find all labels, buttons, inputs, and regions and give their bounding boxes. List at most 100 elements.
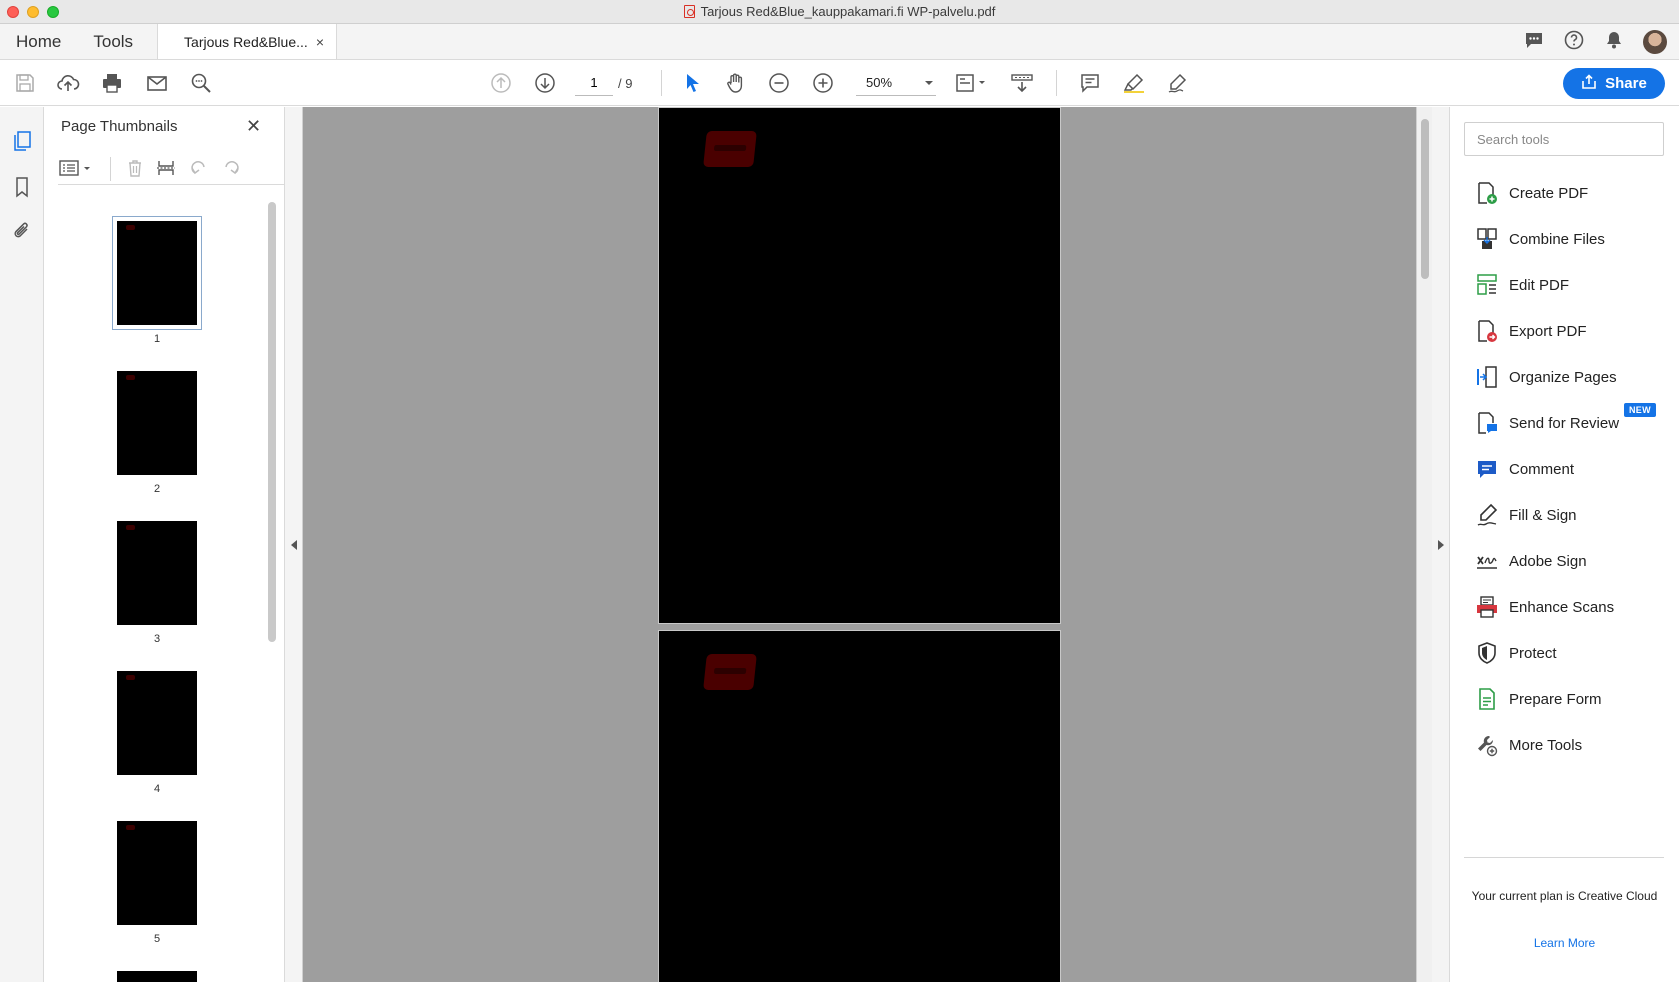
close-window-button[interactable] xyxy=(7,6,19,18)
toolbar-divider xyxy=(110,157,111,181)
add-comment-icon[interactable] xyxy=(1078,71,1102,95)
thumbnail-logo-mark xyxy=(126,675,135,680)
page-number-input[interactable] xyxy=(575,70,613,96)
tab-home[interactable]: Home xyxy=(0,24,77,59)
tool-label: Protect xyxy=(1509,644,1557,662)
edit-pdf-icon xyxy=(1475,273,1499,297)
tool-prepare-form[interactable]: Prepare Form xyxy=(1475,684,1675,714)
attachment-paperclip-icon[interactable] xyxy=(10,219,34,243)
save-icon[interactable] xyxy=(13,71,37,95)
page-thumbnail-5[interactable] xyxy=(117,821,197,925)
combine-files-icon xyxy=(1475,227,1499,251)
thumbnail-toolbar xyxy=(58,149,284,185)
comment-icon xyxy=(1475,457,1499,481)
thumbnail-logo-mark xyxy=(126,525,135,530)
search-tools-input[interactable] xyxy=(1464,122,1664,156)
thumbnail-page-number: 1 xyxy=(153,333,161,345)
document-logo xyxy=(703,654,757,690)
create-pdf-icon xyxy=(1475,181,1499,205)
minimize-window-button[interactable] xyxy=(27,6,39,18)
share-button[interactable]: Share xyxy=(1563,68,1665,99)
tool-label: Comment xyxy=(1509,460,1575,478)
thumbnail-scrollbar[interactable] xyxy=(268,202,276,642)
close-tab-button[interactable]: × xyxy=(316,34,324,50)
delete-page-icon[interactable] xyxy=(124,157,146,179)
page-thumbnail-6[interactable] xyxy=(117,971,197,982)
left-navigation-rail xyxy=(0,107,44,982)
print-icon[interactable] xyxy=(100,71,124,95)
find-text-icon[interactable] xyxy=(189,71,213,95)
sign-pen-icon[interactable] xyxy=(1166,71,1190,95)
chevron-left-icon xyxy=(290,539,297,550)
page-thumbnail-2[interactable] xyxy=(117,371,197,475)
tool-label: Edit PDF xyxy=(1509,276,1570,294)
chat-icon[interactable] xyxy=(1523,29,1545,54)
chevron-right-icon xyxy=(1437,539,1444,550)
tool-comment[interactable]: Comment xyxy=(1475,454,1675,484)
tool-label: Fill & Sign xyxy=(1509,506,1577,524)
thumbnail-logo-mark xyxy=(126,825,135,830)
toolbar-divider xyxy=(661,70,662,96)
insert-page-icon[interactable] xyxy=(155,157,177,179)
tool-more-tools[interactable]: More Tools xyxy=(1475,730,1675,760)
tool-label: More Tools xyxy=(1509,736,1583,754)
tool-label: Send for Review xyxy=(1509,414,1620,432)
adobe-sign-icon xyxy=(1475,549,1499,573)
page-view-icon[interactable] xyxy=(955,71,989,95)
document-scrollbar[interactable] xyxy=(1416,107,1432,982)
tool-label: Create PDF xyxy=(1509,184,1589,202)
maximize-window-button[interactable] xyxy=(47,6,59,18)
document-scrollbar-thumb[interactable] xyxy=(1421,119,1429,279)
document-viewer[interactable] xyxy=(303,107,1416,982)
tool-enhance-scans[interactable]: Enhance Scans xyxy=(1475,592,1675,622)
scrolling-mode-icon[interactable] xyxy=(1010,71,1034,95)
tab-document[interactable]: Tarjous Red&Blue... × xyxy=(157,24,338,59)
user-avatar[interactable] xyxy=(1643,29,1667,54)
help-icon[interactable] xyxy=(1563,29,1585,54)
select-tool-icon[interactable] xyxy=(680,71,704,95)
next-page-icon[interactable] xyxy=(533,71,557,95)
bookmark-icon[interactable] xyxy=(10,175,34,199)
hand-tool-icon[interactable] xyxy=(724,71,748,95)
tool-create-pdf[interactable]: Create PDF xyxy=(1475,178,1675,208)
window-controls xyxy=(7,6,59,18)
document-page-2[interactable] xyxy=(658,630,1061,982)
zoom-level-select[interactable]: 50% xyxy=(856,70,936,96)
learn-more-link[interactable]: Learn More xyxy=(1450,936,1679,950)
shield-icon xyxy=(1475,641,1499,665)
upload-cloud-icon[interactable] xyxy=(56,71,80,95)
thumbnail-logo-mark xyxy=(126,225,135,230)
rotate-left-icon[interactable] xyxy=(188,157,210,179)
thumbnail-options-icon[interactable] xyxy=(58,157,94,179)
tool-adobe-sign[interactable]: Adobe Sign xyxy=(1475,546,1675,576)
tool-combine-files[interactable]: Combine Files xyxy=(1475,224,1675,254)
page-thumbnails-icon[interactable] xyxy=(10,129,34,153)
window-title: Tarjous Red&Blue_kauppakamari.fi WP-palv… xyxy=(683,4,995,19)
page-thumbnail-3[interactable] xyxy=(117,521,197,625)
close-panel-button[interactable]: ✕ xyxy=(246,116,261,137)
toolbar-divider xyxy=(1056,70,1057,96)
page-thumbnails-panel: Page Thumbnails ✕ 1 2 3 4 5 xyxy=(44,107,285,982)
zoom-out-icon[interactable] xyxy=(767,71,791,95)
highlight-icon[interactable] xyxy=(1122,71,1146,95)
tab-tools[interactable]: Tools xyxy=(77,24,149,59)
collapse-right-panel-handle[interactable] xyxy=(1432,107,1450,982)
thumbnail-page-number: 3 xyxy=(153,633,161,645)
zoom-level-value: 50% xyxy=(866,75,893,90)
wrench-plus-icon xyxy=(1475,733,1499,757)
page-thumbnail-4[interactable] xyxy=(117,671,197,775)
document-page-1[interactable] xyxy=(658,107,1061,624)
email-icon[interactable] xyxy=(145,71,169,95)
collapse-left-panel-handle[interactable] xyxy=(285,107,303,982)
tool-edit-pdf[interactable]: Edit PDF xyxy=(1475,270,1675,300)
tool-protect[interactable]: Protect xyxy=(1475,638,1675,668)
rotate-right-icon[interactable] xyxy=(220,157,242,179)
tool-export-pdf[interactable]: Export PDF xyxy=(1475,316,1675,346)
zoom-in-icon[interactable] xyxy=(811,71,835,95)
notification-bell-icon[interactable] xyxy=(1603,29,1625,54)
tool-organize-pages[interactable]: Organize Pages xyxy=(1475,362,1675,392)
window-title-bar: Tarjous Red&Blue_kauppakamari.fi WP-palv… xyxy=(0,0,1679,24)
previous-page-icon[interactable] xyxy=(489,71,513,95)
tool-fill-and-sign[interactable]: Fill & Sign xyxy=(1475,500,1675,530)
page-thumbnail-1[interactable] xyxy=(112,216,202,330)
